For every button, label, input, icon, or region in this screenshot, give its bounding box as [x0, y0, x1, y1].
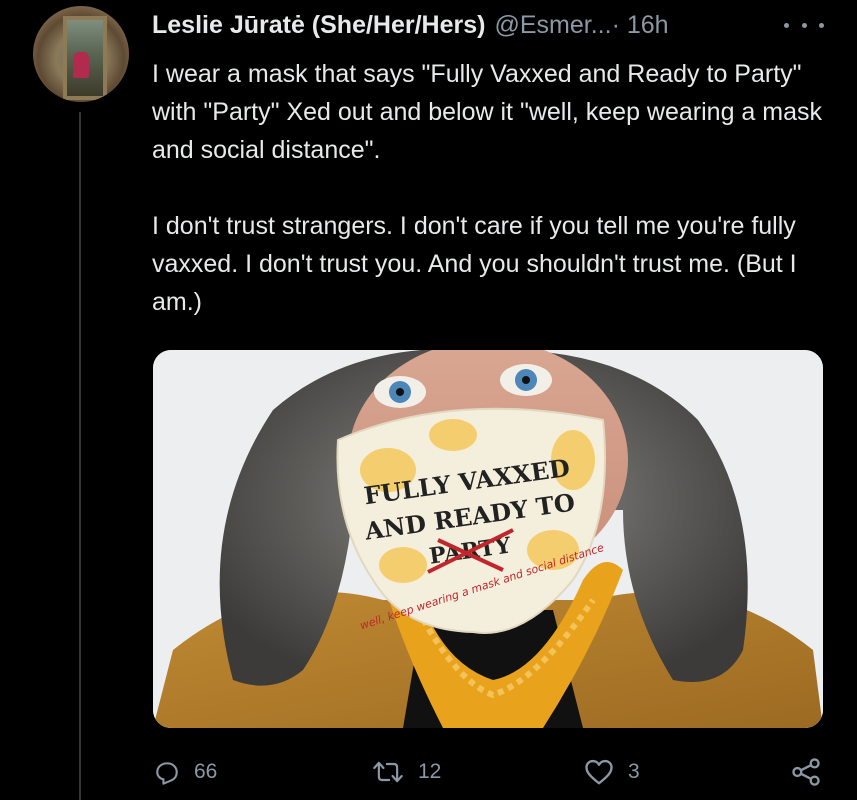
reply-button[interactable]: 66 — [152, 752, 217, 792]
thread-line — [79, 112, 81, 800]
reply-count: 66 — [194, 760, 218, 783]
photo-illustration: FULLY VAXXED AND READY TO PARTY well, ke… — [153, 350, 823, 728]
tweet-timestamp[interactable]: · 16h — [612, 8, 669, 42]
retweet-button[interactable]: 12 — [372, 752, 441, 792]
share-button[interactable] — [790, 752, 822, 792]
share-icon — [792, 758, 820, 786]
like-count: 3 — [628, 760, 640, 783]
heart-icon — [585, 759, 613, 785]
tweet-paragraph: I wear a mask that says "Fully Vaxxed an… — [152, 60, 823, 164]
more-dot — [819, 22, 824, 28]
author-name[interactable]: Leslie Jūratė (She/Her/Hers) — [152, 8, 485, 42]
tweet-photo[interactable]: FULLY VAXXED AND READY TO PARTY well, ke… — [153, 350, 823, 728]
tweet-text: I wear a mask that says "Fully Vaxxed an… — [152, 55, 822, 321]
reply-icon — [156, 762, 178, 785]
like-button[interactable]: 3 — [584, 752, 640, 792]
author-handle[interactable]: @Esmer... — [494, 8, 611, 42]
tweet-paragraph: I don't trust strangers. I don't care if… — [152, 212, 797, 316]
tweet-header: Leslie Jūratė (She/Her/Hers) @Esmer... ·… — [152, 8, 669, 42]
tweet-actions: 66 12 3 — [152, 752, 828, 792]
more-dot — [784, 22, 789, 28]
avatar-figure — [73, 52, 89, 78]
author-avatar[interactable] — [33, 6, 129, 102]
more-icon[interactable] — [784, 18, 824, 32]
retweet-count: 12 — [418, 760, 442, 783]
more-dot — [801, 22, 807, 28]
retweet-icon — [373, 761, 403, 783]
